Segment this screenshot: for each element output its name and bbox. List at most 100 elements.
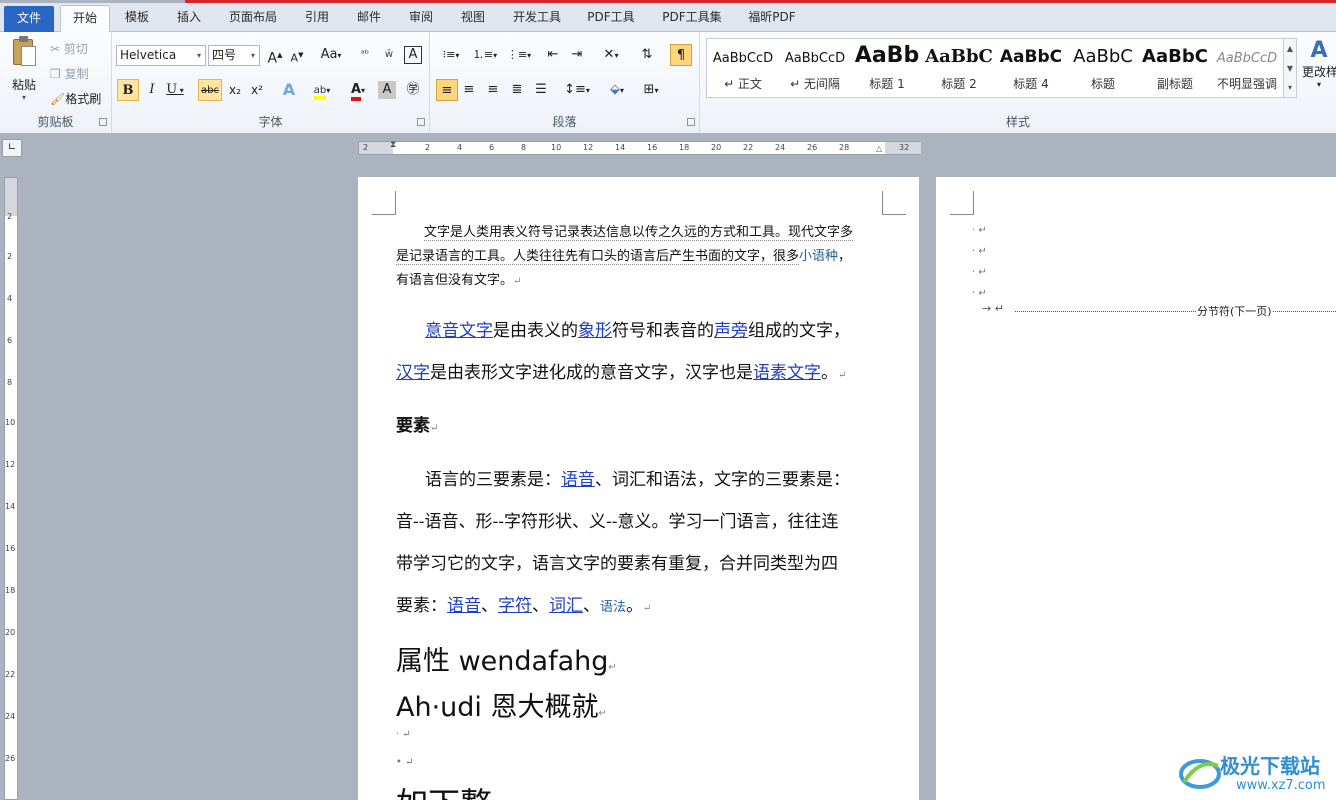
- strikethrough-button[interactable]: abc: [198, 79, 222, 101]
- sort-icon[interactable]: ⇅: [636, 44, 658, 66]
- section-heading[interactable]: 要素↵: [396, 414, 886, 441]
- font-launcher-icon[interactable]: [417, 118, 425, 126]
- line-spacing-icon[interactable]: ↕≡▾: [562, 79, 592, 101]
- tab-template[interactable]: 模板: [116, 5, 158, 32]
- char-border-icon[interactable]: A: [404, 46, 422, 64]
- change-case-button[interactable]: Aa▾: [316, 44, 346, 66]
- styles-group-label: 样式: [1005, 115, 1030, 129]
- distributed-icon[interactable]: ☰: [530, 79, 552, 101]
- crop-mark: [882, 191, 906, 215]
- chevron-down-icon: ▾: [250, 51, 255, 60]
- multilevel-list-icon[interactable]: ⋮≡▾: [504, 44, 534, 66]
- change-styles-icon: A: [1310, 38, 1328, 63]
- brush-icon: 🖌: [50, 92, 66, 106]
- style-heading-2[interactable]: AaBbC 标题 2: [923, 39, 995, 97]
- style-subtle-emphasis[interactable]: AaBbCcD 不明显强调: [1211, 39, 1283, 97]
- tab-foxit-pdf[interactable]: 福昕PDF: [740, 5, 804, 32]
- cut-button[interactable]: ✂ 剪切: [50, 40, 88, 57]
- tab-page-layout[interactable]: 页面布局: [222, 5, 284, 32]
- paragraph-elements[interactable]: 语言的三要素是：语音、词汇和语法，文字的三要素是： 音--语音、形--字符形状、…: [396, 459, 886, 630]
- font-size-select[interactable]: 四号 ▾: [208, 45, 260, 66]
- text-effects-icon[interactable]: A: [278, 79, 300, 101]
- enclose-char-icon[interactable]: w̄: [378, 44, 400, 66]
- document-page-2[interactable]: [936, 177, 1336, 800]
- section-break-line: [1015, 311, 1336, 312]
- tab-review[interactable]: 审阅: [400, 5, 442, 32]
- enclosed-char-icon[interactable]: ㊫: [402, 79, 424, 101]
- shading-icon[interactable]: ⬙▾: [602, 79, 632, 101]
- font-name-select[interactable]: Helvetica ▾: [116, 45, 206, 66]
- tab-mailings[interactable]: 邮件: [348, 5, 390, 32]
- style-heading-4[interactable]: AaBbC 标题 4: [995, 39, 1067, 97]
- paste-icon: [11, 36, 37, 68]
- vertical-ruler[interactable]: 2 2 4 6 8 10 12 14 16 18 20 22 24 26: [4, 177, 18, 800]
- style-normal[interactable]: AaBbCcD ↵ 正文: [707, 39, 779, 97]
- tab-file[interactable]: 文件: [4, 6, 54, 32]
- large-heading-text[interactable]: 属性 wendafahg↵ Ah·udi 恩大概就↵: [396, 642, 886, 734]
- tab-pdf-tools[interactable]: PDF工具: [580, 5, 642, 32]
- clipboard-group-label: 剪贴板: [37, 115, 74, 129]
- aurora-logo-icon: [1179, 759, 1221, 789]
- superscript-button[interactable]: x²: [246, 79, 268, 101]
- page2-paragraph-marks: · ↵ · ↵ · ↵ · ↵: [972, 225, 987, 299]
- format-painter-button[interactable]: 🖌格式刷: [50, 90, 101, 107]
- paste-button[interactable]: 粘贴 ▾: [6, 36, 42, 106]
- style-no-spacing[interactable]: AaBbCcD ↵ 无间隔: [779, 39, 851, 97]
- align-right-icon[interactable]: ≡: [482, 79, 504, 101]
- chinese-layout-icon[interactable]: ✕▾: [596, 44, 626, 66]
- tab-home[interactable]: 开始: [60, 5, 110, 33]
- clipboard-group: 粘贴 ▾ ✂ 剪切 ❐ 复制 🖌格式刷 剪贴板: [0, 32, 112, 132]
- grow-font-button[interactable]: A▲: [264, 44, 286, 67]
- italic-button[interactable]: I: [141, 79, 163, 101]
- underline-button[interactable]: U ▾: [164, 79, 186, 101]
- tab-references[interactable]: 引用: [296, 5, 338, 32]
- styles-scroll[interactable]: ▲ ▼ ▾: [1283, 38, 1297, 98]
- show-marks-icon[interactable]: ¶: [670, 44, 692, 66]
- tab-arrow-icon: → ↵: [982, 302, 1004, 315]
- subscript-button[interactable]: x₂: [224, 79, 246, 101]
- horizontal-ruler[interactable]: ⧗ △ 2 2 4 6 8 10 12 14 16 18 20 22 24 26…: [358, 140, 921, 155]
- tab-developer[interactable]: 开发工具: [506, 5, 568, 32]
- bullets-icon[interactable]: ⁝≡▾: [436, 44, 466, 66]
- clipboard-launcher-icon[interactable]: [99, 118, 107, 126]
- font-color-icon[interactable]: A▾: [344, 79, 372, 101]
- styles-gallery: AaBbCcD ↵ 正文 AaBbCcD ↵ 无间隔 AaBb 标题 1 AaBbC 标…: [706, 38, 1290, 98]
- tab-pdf-toolset[interactable]: PDF工具集: [654, 5, 730, 32]
- style-title[interactable]: AaBbC 标题: [1067, 39, 1139, 97]
- decrease-indent-icon[interactable]: ⇤: [542, 44, 564, 66]
- align-left-icon[interactable]: ≡: [436, 79, 458, 101]
- tab-view[interactable]: 视图: [452, 5, 494, 32]
- font-group-label: 字体: [258, 115, 283, 129]
- ribbon-tabs: 文件 开始 模板 插入 页面布局 引用 邮件 审阅 视图 开发工具 PDF工具 …: [0, 3, 1336, 33]
- align-center-icon[interactable]: ≡: [458, 79, 480, 101]
- highlight-color-icon[interactable]: ab▾: [308, 79, 336, 101]
- paragraph-ideographic[interactable]: 意音文字是由表义的象形符号和表音的声旁组成的文字， 汉字是由表形文字进化成的意音…: [396, 310, 886, 397]
- tab-selector-icon[interactable]: ∟: [2, 139, 22, 157]
- justify-icon[interactable]: ≣: [506, 79, 528, 101]
- ribbon: 粘贴 ▾ ✂ 剪切 ❐ 复制 🖌格式刷 剪贴板 Helvetica ▾ 四号 ▾ A…: [0, 32, 1336, 134]
- bold-button[interactable]: B: [117, 79, 139, 101]
- font-group: Helvetica ▾ 四号 ▾ A▲ A▼ Aa▾ ᵃᵇ w̄ A B I U ▾…: [112, 32, 430, 132]
- large-heading-cutoff[interactable]: 如下整: [396, 784, 886, 800]
- more-icon[interactable]: ▾: [1284, 79, 1296, 97]
- paragraph-launcher-icon[interactable]: [687, 118, 695, 126]
- section-break-label: 分节符(下一页): [1196, 303, 1273, 319]
- paragraph-group-label: 段落: [552, 115, 577, 129]
- copy-button[interactable]: ❐ 复制: [50, 65, 89, 82]
- borders-icon[interactable]: ⊞▾: [636, 79, 666, 101]
- increase-indent-icon[interactable]: ⇥: [566, 44, 588, 66]
- phonetic-guide-icon[interactable]: ᵃᵇ: [354, 44, 376, 66]
- style-heading-1[interactable]: AaBb 标题 1: [851, 39, 923, 97]
- numbering-icon[interactable]: ⒈≡▾: [470, 44, 500, 66]
- chevron-down-icon[interactable]: ▼: [1284, 59, 1296, 79]
- chevron-up-icon[interactable]: ▲: [1284, 39, 1296, 59]
- paragraph-group: ⁝≡▾ ⒈≡▾ ⋮≡▾ ⇤ ⇥ ✕▾ ⇅ ¶ ≡ ≡ ≡ ≣ ☰ ↕≡▾ ⬙▾ …: [430, 32, 700, 132]
- char-shading-icon[interactable]: A: [378, 81, 396, 99]
- tab-insert[interactable]: 插入: [168, 5, 210, 32]
- change-styles-button[interactable]: A 更改样 ▾: [1302, 38, 1336, 98]
- style-subtitle[interactable]: AaBbC 副标题: [1139, 39, 1211, 97]
- empty-paragraph-marks: · ↵ • ↵: [396, 729, 414, 768]
- paragraph-intro[interactable]: 文字是人类用表义符号记录表达信息以传之久远的方式和工具。现代文字多 是记录语言的…: [396, 221, 886, 294]
- shrink-font-button[interactable]: A▼: [286, 44, 308, 66]
- crop-mark: [372, 191, 396, 215]
